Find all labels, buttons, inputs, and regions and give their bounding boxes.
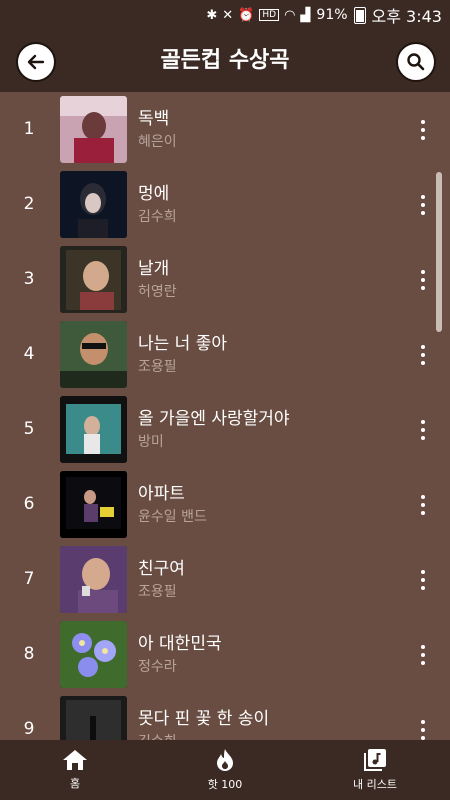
scrollbar-thumb[interactable] bbox=[436, 172, 442, 332]
song-rank: 2 bbox=[23, 194, 35, 214]
more-options-button[interactable] bbox=[420, 120, 426, 140]
page-title: 골든컵 수상곡 bbox=[160, 48, 290, 73]
song-rank: 7 bbox=[23, 569, 35, 589]
song-rank: 9 bbox=[23, 719, 35, 739]
song-artist: 조용필 bbox=[138, 584, 177, 600]
song-artist: 방미 bbox=[138, 434, 164, 450]
album-thumbnail bbox=[60, 96, 127, 163]
nav-hot100-label: 핫 100 bbox=[207, 778, 243, 791]
song-rank: 8 bbox=[23, 644, 35, 664]
home-icon bbox=[63, 750, 87, 770]
more-options-button[interactable] bbox=[420, 270, 426, 290]
status-bar: ✱ ✕ ⏰ HD ◠ ▟ 91% 오후 3:43 bbox=[0, 0, 450, 30]
song-artist: 윤수일 밴드 bbox=[138, 509, 207, 525]
album-thumbnail bbox=[60, 246, 127, 313]
album-thumbnail bbox=[60, 621, 127, 688]
battery-percent: 91% bbox=[316, 7, 348, 23]
nav-hot100[interactable]: 핫 100 bbox=[150, 740, 300, 800]
app-header: 골든컵 수상곡 bbox=[0, 30, 450, 92]
song-title: 아 대한민국 bbox=[138, 634, 222, 654]
song-title: 날개 bbox=[138, 259, 170, 279]
song-rank: 3 bbox=[23, 269, 35, 289]
song-title: 멍에 bbox=[138, 184, 170, 204]
bluetooth-icon: ✱ bbox=[206, 7, 218, 23]
song-artist: 김수희 bbox=[138, 731, 177, 740]
more-options-button[interactable] bbox=[420, 195, 426, 215]
status-icons: ✱ ✕ ⏰ HD ◠ ▟ bbox=[206, 8, 310, 23]
song-list[interactable]: 1 독백 혜은이 2 멍에 김수희 3 날개 허영란 4 나는 너 좋아 조용필… bbox=[8, 92, 442, 740]
song-artist: 혜은이 bbox=[138, 134, 177, 150]
song-row[interactable]: 2 멍에 김수희 bbox=[8, 167, 442, 242]
alarm-icon: ⏰ bbox=[238, 7, 255, 23]
nav-mylist[interactable]: 내 리스트 bbox=[300, 740, 450, 800]
song-title: 아파트 bbox=[138, 484, 185, 504]
more-options-button[interactable] bbox=[420, 495, 426, 515]
song-row[interactable]: 3 날개 허영란 bbox=[8, 242, 442, 317]
song-row[interactable]: 8 아 대한민국 정수라 bbox=[8, 617, 442, 692]
song-row[interactable]: 1 독백 혜은이 bbox=[8, 92, 442, 167]
album-thumbnail bbox=[60, 396, 127, 463]
battery-icon bbox=[353, 6, 366, 24]
song-title: 못다 핀 꽃 한 송이 bbox=[138, 709, 270, 729]
flame-icon bbox=[217, 749, 233, 771]
bottom-nav: 홈 핫 100 내 리스트 bbox=[0, 740, 450, 800]
album-thumbnail bbox=[60, 696, 127, 740]
song-artist: 조용필 bbox=[138, 359, 177, 375]
song-row[interactable]: 4 나는 너 좋아 조용필 bbox=[8, 317, 442, 392]
more-options-button[interactable] bbox=[420, 345, 426, 365]
wifi-icon: ◠ bbox=[284, 7, 296, 23]
nav-home[interactable]: 홈 bbox=[0, 740, 150, 800]
scrollbar[interactable] bbox=[436, 92, 442, 740]
song-row[interactable]: 9 못다 핀 꽃 한 송이 김수희 bbox=[8, 692, 442, 740]
song-title: 올 가을엔 사랑할거야 bbox=[138, 409, 290, 429]
song-artist: 김수희 bbox=[138, 209, 177, 225]
search-icon bbox=[407, 53, 425, 71]
more-options-button[interactable] bbox=[420, 720, 426, 740]
song-artist: 허영란 bbox=[138, 284, 177, 300]
search-button[interactable] bbox=[396, 42, 436, 82]
more-options-button[interactable] bbox=[420, 570, 426, 590]
signal-icon: ▟ bbox=[300, 7, 311, 23]
song-rank: 1 bbox=[23, 119, 35, 139]
song-rank: 4 bbox=[23, 344, 35, 364]
song-rank: 5 bbox=[23, 419, 35, 439]
mute-icon: ✕ bbox=[222, 7, 234, 23]
song-title: 친구여 bbox=[138, 559, 185, 579]
song-row[interactable]: 6 아파트 윤수일 밴드 bbox=[8, 467, 442, 542]
clock: 오후 3:43 bbox=[371, 7, 442, 26]
status-right: ✱ ✕ ⏰ HD ◠ ▟ 91% 오후 3:43 bbox=[206, 0, 442, 30]
song-rank: 6 bbox=[23, 494, 35, 514]
album-thumbnail bbox=[60, 546, 127, 613]
song-artist: 정수라 bbox=[138, 659, 177, 675]
song-title: 나는 너 좋아 bbox=[138, 334, 228, 354]
song-row[interactable]: 7 친구여 조용필 bbox=[8, 542, 442, 617]
more-options-button[interactable] bbox=[420, 645, 426, 665]
playlist-icon bbox=[364, 749, 386, 771]
nav-mylist-label: 내 리스트 bbox=[353, 778, 397, 791]
arrow-left-icon bbox=[27, 54, 45, 70]
album-thumbnail bbox=[60, 471, 127, 538]
album-thumbnail bbox=[60, 321, 127, 388]
back-button[interactable] bbox=[16, 42, 56, 82]
hd-icon: HD bbox=[259, 9, 280, 21]
more-options-button[interactable] bbox=[420, 420, 426, 440]
album-thumbnail bbox=[60, 171, 127, 238]
song-row[interactable]: 5 올 가을엔 사랑할거야 방미 bbox=[8, 392, 442, 467]
song-title: 독백 bbox=[138, 109, 170, 129]
nav-home-label: 홈 bbox=[69, 777, 81, 790]
